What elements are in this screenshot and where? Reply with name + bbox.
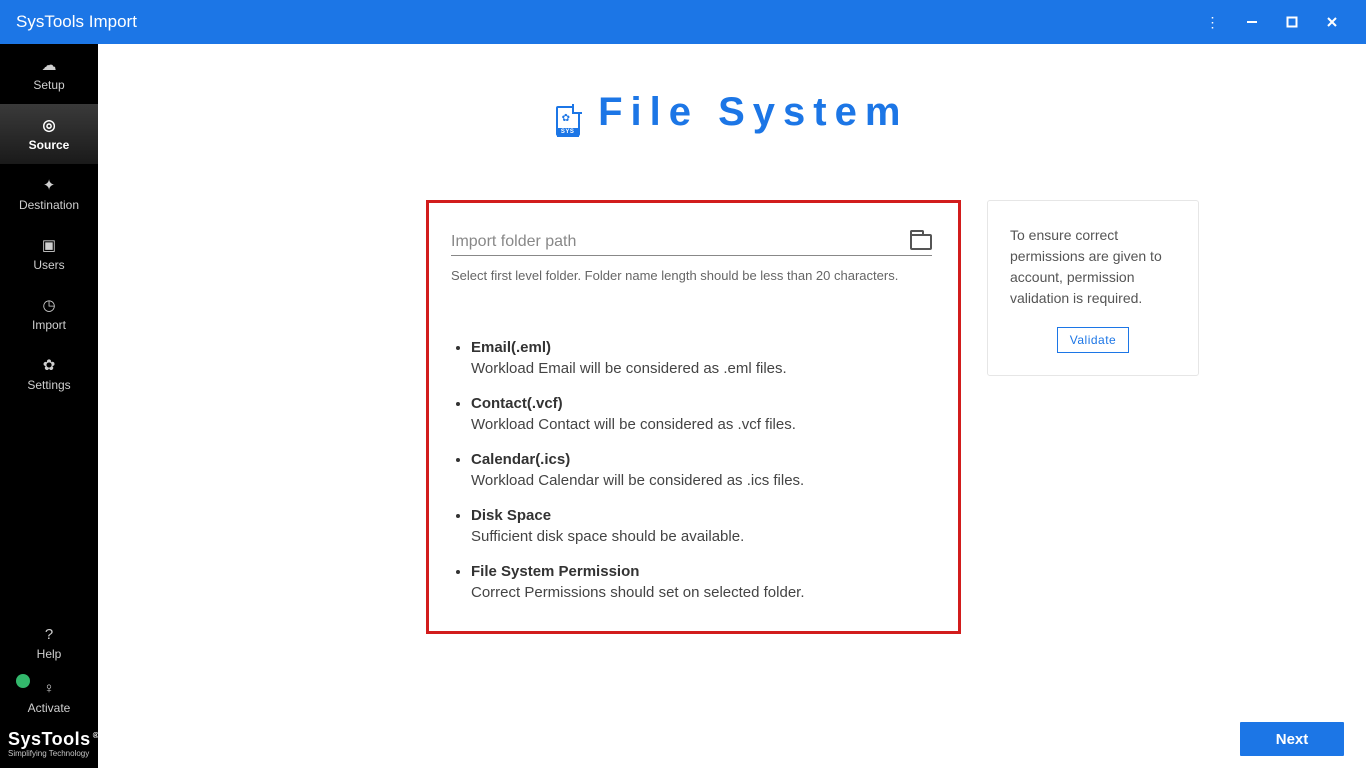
next-button[interactable]: Next	[1240, 722, 1344, 756]
browse-folder-icon[interactable]	[910, 234, 932, 250]
import-folder-path-input[interactable]	[451, 233, 902, 251]
sidebar: ☁ Setup ◎ Source ✦ Destination ▣ Users ◷…	[0, 44, 98, 768]
window-title: SysTools Import	[16, 12, 137, 32]
list-item: Contact(.vcf) Workload Contact will be c…	[471, 395, 932, 433]
sidebar-item-setup[interactable]: ☁ Setup	[0, 44, 98, 104]
sidebar-item-label: Help	[37, 647, 62, 661]
cloud-icon: ☁	[42, 56, 57, 74]
sidebar-item-users[interactable]: ▣ Users	[0, 224, 98, 284]
help-icon: ?	[45, 626, 53, 643]
sidebar-item-settings[interactable]: ✿ Settings	[0, 344, 98, 404]
list-item: File System Permission Correct Permissio…	[471, 563, 932, 601]
import-panel: Select first level folder. Folder name l…	[426, 200, 961, 634]
target-icon: ✦	[43, 176, 56, 194]
close-icon[interactable]	[1312, 0, 1352, 44]
sidebar-item-source[interactable]: ◎ Source	[0, 104, 98, 164]
sidebar-item-activate[interactable]: ♀ Activate	[0, 670, 98, 724]
sidebar-item-import[interactable]: ◷ Import	[0, 284, 98, 344]
page-title: File System	[598, 90, 908, 135]
validate-card: To ensure correct permissions are given …	[987, 200, 1199, 376]
status-badge-icon	[16, 674, 30, 688]
window-titlebar: SysTools Import ⋮	[0, 0, 1366, 44]
helper-text: Select first level folder. Folder name l…	[451, 268, 932, 283]
sidebar-item-label: Source	[29, 138, 70, 152]
more-icon[interactable]: ⋮	[1192, 0, 1232, 44]
sidebar-item-label: Settings	[27, 378, 70, 392]
sidebar-item-label: Activate	[28, 701, 71, 715]
notes-list: Email(.eml) Workload Email will be consi…	[451, 339, 932, 601]
brand-logo: SysTools® Simplifying Technology	[0, 724, 98, 768]
sidebar-item-destination[interactable]: ✦ Destination	[0, 164, 98, 224]
sidebar-item-label: Users	[33, 258, 64, 272]
source-icon: ◎	[42, 116, 55, 134]
file-system-icon: ✿ SYS	[556, 106, 580, 136]
list-item: Disk Space Sufficient disk space should …	[471, 507, 932, 545]
page-header: ✿ SYS File System	[98, 90, 1366, 136]
list-item: Calendar(.ics) Workload Calendar will be…	[471, 451, 932, 489]
sidebar-item-label: Setup	[33, 78, 64, 92]
maximize-icon[interactable]	[1272, 0, 1312, 44]
activate-icon: ♀	[43, 680, 54, 697]
main-content: ✿ SYS File System Select first level fol…	[98, 44, 1366, 768]
users-icon: ▣	[42, 236, 56, 254]
validate-card-text: To ensure correct permissions are given …	[1010, 225, 1176, 309]
sidebar-item-label: Import	[32, 318, 66, 332]
window-buttons: ⋮	[1192, 0, 1366, 44]
sidebar-item-help[interactable]: ? Help	[0, 616, 98, 670]
validate-button[interactable]: Validate	[1057, 327, 1129, 353]
sidebar-item-label: Destination	[19, 198, 79, 212]
minimize-icon[interactable]	[1232, 0, 1272, 44]
gear-icon: ✿	[43, 356, 56, 374]
clock-icon: ◷	[42, 296, 55, 314]
list-item: Email(.eml) Workload Email will be consi…	[471, 339, 932, 377]
